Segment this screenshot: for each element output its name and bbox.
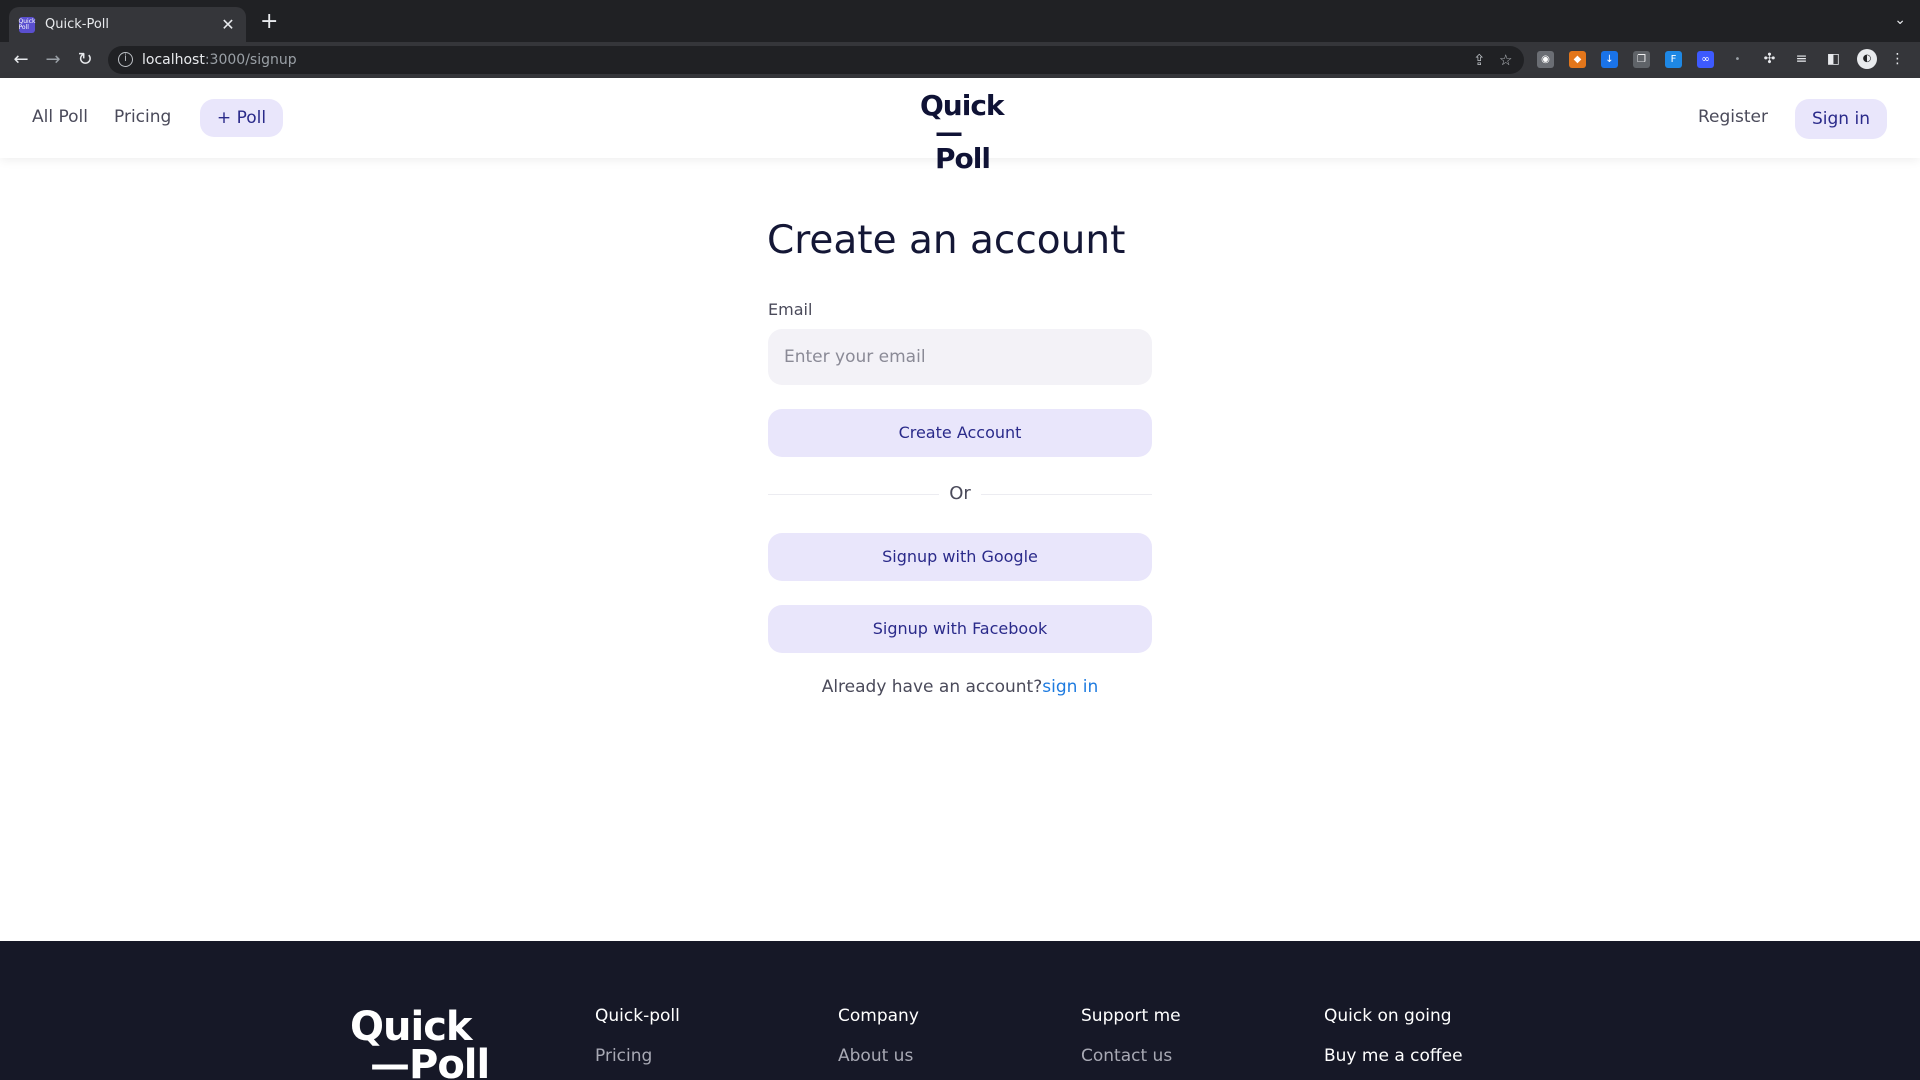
site-info-icon[interactable]: i	[118, 52, 133, 67]
site-footer: Quick —Poll Quick-poll Pricing Company A…	[0, 941, 1920, 1080]
favicon-icon: Quick Poll	[18, 16, 36, 33]
already-have-account-text: Already have an account?sign in	[768, 677, 1152, 697]
footer-logo[interactable]: Quick —Poll	[350, 1004, 490, 1080]
browser-tab-bar: Quick Poll Quick-Poll ✕ + ⌄	[0, 0, 1920, 42]
reading-list-icon[interactable]: ≡	[1793, 51, 1810, 68]
nav-pricing[interactable]: Pricing	[114, 107, 171, 127]
kebab-menu-icon[interactable]: ⋮	[1889, 51, 1906, 68]
close-tab-icon[interactable]: ✕	[220, 15, 236, 34]
footer-col-title-support-me: Support me	[1081, 1006, 1181, 1026]
already-text: Already have an account?	[821, 677, 1043, 697]
logo-line-2: —Poll	[935, 116, 991, 175]
sign-in-button[interactable]: Sign in	[1795, 99, 1887, 139]
footer-link-buy-me-a-coffee[interactable]: Buy me a coffee	[1324, 1046, 1463, 1066]
divider-or-text: Or	[939, 483, 981, 504]
back-arrow-icon[interactable]: ←	[10, 49, 32, 71]
fi-extension-icon[interactable]: F	[1665, 51, 1682, 68]
footer-col-title-quick-on-going: Quick on going	[1324, 1006, 1452, 1026]
email-label: Email	[768, 300, 813, 319]
metamask-extension-icon[interactable]: ◆	[1569, 51, 1586, 68]
browser-tab[interactable]: Quick Poll Quick-Poll ✕	[9, 7, 246, 42]
tab-title: Quick-Poll	[45, 17, 110, 32]
create-account-button[interactable]: Create Account	[768, 409, 1152, 457]
tab-search-chevron-icon[interactable]: ⌄	[1894, 12, 1906, 28]
site-logo[interactable]: Quick —Poll	[920, 92, 1005, 175]
link-extension-icon[interactable]: ∞	[1697, 51, 1714, 68]
camera-extension-icon[interactable]: ◉	[1537, 51, 1554, 68]
side-panel-icon[interactable]: ◧	[1825, 51, 1842, 68]
footer-link-about-us[interactable]: About us	[838, 1046, 913, 1066]
footer-col-title-quick-poll: Quick-poll	[595, 1006, 680, 1026]
url-host: localhost	[142, 52, 205, 68]
address-bar[interactable]: i localhost:3000/signup ⇪ ☆	[108, 46, 1524, 74]
extensions-puzzle-icon[interactable]: ✣	[1761, 51, 1778, 68]
nav-all-poll[interactable]: All Poll	[32, 107, 88, 127]
browser-toolbar: ← → ↻ i localhost:3000/signup ⇪ ☆ ◉ ◆ ↓ …	[0, 42, 1920, 78]
page-title: Create an account	[767, 218, 1126, 263]
forward-arrow-icon[interactable]: →	[42, 49, 64, 71]
download-extension-icon[interactable]: ↓	[1601, 51, 1618, 68]
dot-extension-icon[interactable]: •	[1729, 51, 1746, 68]
footer-link-contact-us[interactable]: Contact us	[1081, 1046, 1172, 1066]
signup-google-button[interactable]: Signup with Google	[768, 533, 1152, 581]
url-text[interactable]: localhost:3000/signup	[142, 52, 297, 68]
reload-icon[interactable]: ↻	[74, 49, 96, 71]
register-link[interactable]: Register	[1698, 107, 1768, 127]
share-icon[interactable]: ⇪	[1473, 51, 1486, 69]
footer-col-title-company: Company	[838, 1006, 919, 1026]
bookmark-star-icon[interactable]: ☆	[1499, 51, 1512, 69]
footer-link-pricing[interactable]: Pricing	[595, 1046, 652, 1066]
profile-avatar-icon[interactable]: ◐	[1857, 49, 1877, 69]
email-field[interactable]	[768, 329, 1152, 385]
footer-logo-line-1: Quick	[350, 1004, 473, 1050]
copy-extension-icon[interactable]: ❐	[1633, 51, 1650, 68]
new-tab-icon[interactable]: +	[260, 11, 278, 33]
signup-facebook-button[interactable]: Signup with Facebook	[768, 605, 1152, 653]
sign-in-link[interactable]: sign in	[1042, 677, 1098, 697]
site-header: All Poll Pricing + Poll Quick —Poll Regi…	[0, 78, 1920, 173]
url-path: :3000/signup	[204, 52, 297, 68]
new-poll-button[interactable]: + Poll	[200, 99, 283, 137]
footer-logo-line-2: —Poll	[370, 1042, 490, 1080]
